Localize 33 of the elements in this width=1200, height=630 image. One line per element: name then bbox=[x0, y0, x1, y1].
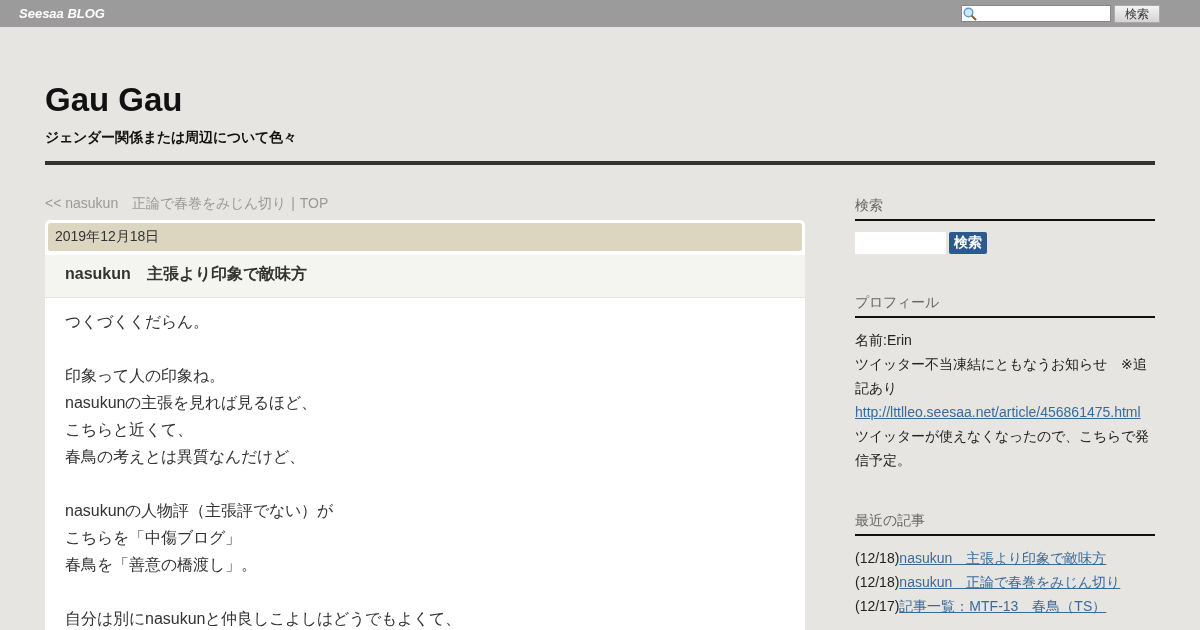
separator: | bbox=[291, 195, 295, 213]
blog-title[interactable]: Gau Gau bbox=[45, 81, 1155, 119]
search-field[interactable] bbox=[855, 232, 946, 254]
body-text: つくづくくだらん。 bbox=[65, 312, 209, 332]
recent-post-link[interactable]: 記事一覧：MTF-13 春鳥（TS） bbox=[899, 598, 1107, 614]
body-text: nasukunの主張を見れば見るほど、 bbox=[65, 393, 318, 413]
sidebar-heading: プロフィール bbox=[855, 292, 1155, 318]
profile-note: ツイッターが使えなくなったので、こちらで発信予定。 bbox=[855, 427, 1150, 470]
blog-subtitle: ジェンダー関係または周辺について色々 bbox=[45, 129, 298, 147]
post-date: (12/17) bbox=[855, 598, 900, 614]
search-icon bbox=[963, 6, 977, 21]
sidebar-heading: 検索 bbox=[855, 195, 1155, 221]
article-link[interactable]: http://lttlleo.seesaa.net/article/456861475.html bbox=[855, 404, 1141, 420]
profile-name: 名前:Erin bbox=[855, 331, 913, 350]
recent-post-link[interactable]: nasukun 主張より印象で敵味方 bbox=[899, 550, 1107, 566]
search-field[interactable] bbox=[961, 5, 1111, 22]
site-logo[interactable]: Seesaa BLOG bbox=[19, 6, 105, 21]
search-button[interactable]: 検索 bbox=[949, 232, 987, 254]
recent-post-link[interactable]: nasukun 正論で春巻をみじん切り bbox=[899, 574, 1121, 590]
post-date: (12/18) bbox=[855, 550, 900, 566]
post-date: (12/18) bbox=[855, 574, 900, 590]
body-text: 春鳥を「善意の橋渡し」。 bbox=[65, 555, 257, 575]
body-text: こちらと近くて、 bbox=[65, 420, 193, 440]
body-text: こちらを「中傷ブログ」 bbox=[65, 528, 241, 548]
body-text: nasukunの人物評（主張評でない）が bbox=[65, 501, 334, 521]
post-date: 2019年12月18日 bbox=[48, 223, 802, 251]
body-text: 自分は別にnasukunと仲良しこよしはどうでもよくて、 bbox=[65, 609, 462, 629]
post-title: nasukun 主張より印象で敵味方 bbox=[45, 255, 805, 298]
body-text: 印象って人の印象ね。 bbox=[65, 366, 225, 386]
sidebar-heading: 最近の記事 bbox=[855, 510, 1155, 536]
profile-notice: ツイッター不当凍結にともなうお知らせ ※追記あり bbox=[855, 355, 1148, 398]
body-text: 春鳥の考えとは異質なんだけど、 bbox=[65, 447, 305, 467]
search-button[interactable]: 検索 bbox=[1114, 4, 1160, 23]
